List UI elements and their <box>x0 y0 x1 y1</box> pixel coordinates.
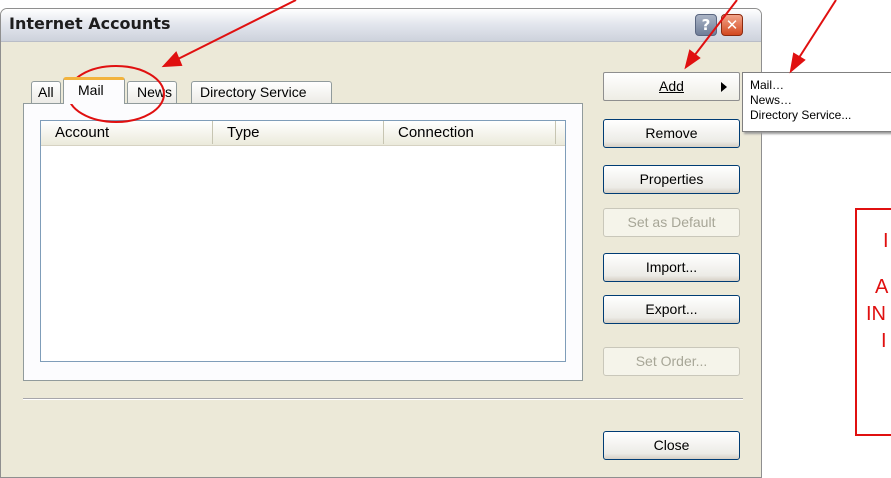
annotation-arrows <box>161 0 837 74</box>
arrow-to-add-button <box>690 0 738 61</box>
tab-mail[interactable]: Mail <box>63 77 125 104</box>
annotation-overlay <box>67 0 837 123</box>
arrow-to-submenu <box>794 0 837 65</box>
arrow-to-mail-tab <box>171 0 297 63</box>
arrowhead-icon <box>161 51 183 68</box>
arrowhead-icon <box>789 52 806 74</box>
